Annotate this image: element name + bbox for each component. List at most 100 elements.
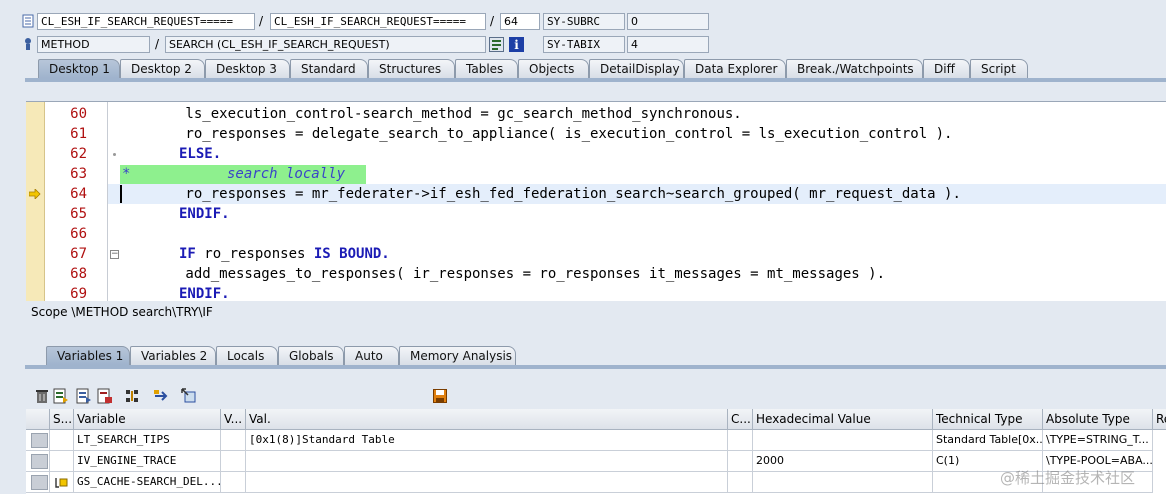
c-cell	[728, 430, 753, 451]
include-field[interactable]: CL_ESH_IF_SEARCH_REQUEST=====	[270, 13, 486, 30]
sysvar-name-1: SY-SUBRC	[543, 13, 625, 30]
type-field: METHOD	[37, 36, 150, 53]
export-variables-icon[interactable]	[76, 388, 92, 404]
separator: /	[155, 37, 160, 51]
row-selector[interactable]	[31, 475, 48, 490]
column-header-status[interactable]: S...	[50, 409, 74, 430]
variable-cell[interactable]: LT_SEARCH_TIPS	[74, 430, 221, 451]
line-number-column: 60 61 62 63 64 65 66 67 68 69 −	[45, 102, 119, 301]
save-icon[interactable]	[432, 388, 448, 404]
tab-tables[interactable]: Tables	[455, 59, 518, 78]
tab-standard[interactable]: Standard	[290, 59, 368, 78]
breakpoint-gutter[interactable]	[26, 102, 45, 301]
info-icon[interactable]: i	[509, 37, 524, 52]
sysvar-name-2: SY-TABIX	[543, 36, 625, 53]
column-header-re[interactable]: Re	[1153, 409, 1166, 430]
keyword-if: IF	[179, 246, 196, 262]
tab-memory-analysis[interactable]: Memory Analysis	[399, 346, 516, 365]
tab-desktop-2[interactable]: Desktop 2	[120, 59, 205, 78]
tab-desktop-1[interactable]: Desktop 1	[38, 59, 120, 78]
status-cell	[50, 430, 74, 451]
column-header-value[interactable]: Val.	[246, 409, 728, 430]
variable-cell[interactable]: GS_CACHE-SEARCH_DEL...	[74, 472, 221, 493]
code-line-65: ENDIF.	[179, 206, 230, 222]
save-variables-icon[interactable]	[97, 388, 113, 404]
desktop-tabbar: Desktop 1 Desktop 2 Desktop 3 Standard S…	[0, 59, 1166, 79]
separator: /	[490, 14, 495, 28]
variables-grid[interactable]: S... Variable V... Val. C... Hexadecimal…	[26, 409, 1166, 494]
tab-detail-display[interactable]: DetailDisplay	[589, 59, 684, 78]
code-line-61: ro_responses = delegate_search_to_applia…	[118, 126, 953, 142]
code-line-63-comment: search locally	[227, 166, 346, 182]
line-number: 64	[70, 186, 87, 202]
tab-script[interactable]: Script	[970, 59, 1028, 78]
status-cell	[50, 451, 74, 472]
structure-tree-icon[interactable]	[124, 388, 140, 404]
hex-cell	[753, 472, 933, 493]
import-variables-icon[interactable]	[53, 388, 69, 404]
code-line-67-var: ro_responses	[195, 246, 314, 262]
row-selector[interactable]	[31, 454, 48, 469]
tab-data-explorer[interactable]: Data Explorer	[684, 59, 786, 78]
hex-cell: 2000	[753, 451, 933, 472]
method-icon	[22, 37, 34, 51]
code-line-60: ls_execution_control-search_method = gc_…	[118, 106, 742, 122]
value-cell[interactable]	[246, 451, 728, 472]
tab-locals[interactable]: Locals	[216, 346, 278, 365]
navigate-icon[interactable]	[153, 388, 169, 404]
column-header-hex[interactable]: Hexadecimal Value	[753, 409, 933, 430]
execution-arrow-icon	[28, 188, 41, 200]
column-header-v[interactable]: V...	[221, 409, 246, 430]
tab-underline	[25, 78, 1166, 82]
column-header-technical-type[interactable]: Technical Type	[933, 409, 1043, 430]
sysvar-value-2: 4	[627, 36, 709, 53]
v-cell	[221, 451, 246, 472]
variable-cell[interactable]: IV_ENGINE_TRACE	[74, 451, 221, 472]
code-area[interactable]: ls_execution_control-search_method = gc_…	[107, 102, 1166, 301]
hex-cell	[753, 430, 933, 451]
sysvar-value-1: 0	[627, 13, 709, 30]
delete-icon[interactable]	[34, 388, 50, 404]
status-cell	[50, 472, 74, 493]
column-header-select	[26, 409, 50, 430]
tab-globals[interactable]: Globals	[278, 346, 344, 365]
source-editor[interactable]: 60 61 62 63 64 65 66 67 68 69 − ls_execu…	[26, 101, 1166, 301]
variables-tab-underline	[25, 365, 1166, 369]
display-source-icon[interactable]	[489, 37, 504, 52]
tab-watchpoints[interactable]: Break./Watchpoints	[786, 59, 923, 78]
line-number: 61	[70, 126, 87, 142]
tab-structures[interactable]: Structures	[368, 59, 455, 78]
code-line-67: IF ro_responses IS BOUND.	[179, 244, 1166, 264]
tab-variables-1[interactable]: Variables 1	[46, 346, 130, 365]
row-selector[interactable]	[31, 433, 48, 448]
tab-diff[interactable]: Diff	[923, 59, 970, 78]
tab-desktop-3[interactable]: Desktop 3	[205, 59, 290, 78]
line-number: 63	[70, 166, 87, 182]
technical-type-cell: Standard Table[0x...	[933, 430, 1043, 451]
row-select-cell[interactable]	[26, 430, 50, 451]
tab-auto[interactable]: Auto	[344, 346, 399, 365]
column-header-variable[interactable]: Variable	[74, 409, 221, 430]
svg-text:i: i	[514, 38, 519, 52]
row-select-cell[interactable]	[26, 451, 50, 472]
line-number: 65	[70, 206, 87, 222]
value-cell[interactable]: [0x1(8)]Standard Table	[246, 430, 728, 451]
tab-variables-2[interactable]: Variables 2	[130, 346, 216, 365]
value-cell[interactable]	[246, 472, 728, 493]
program-field[interactable]: CL_ESH_IF_SEARCH_REQUEST=====	[37, 13, 255, 30]
column-header-c[interactable]: C...	[728, 409, 753, 430]
scope-text: Scope \METHOD search\TRY\IF	[31, 305, 213, 319]
new-window-icon[interactable]	[181, 388, 197, 404]
v-cell	[221, 430, 246, 451]
line-field[interactable]: 64	[500, 13, 540, 30]
line-number: 62	[70, 146, 87, 162]
tab-objects[interactable]: Objects	[518, 59, 589, 78]
c-cell	[728, 472, 753, 493]
absolute-type-cell: \TYPE=STRING_T...	[1043, 430, 1153, 451]
line-number: 66	[70, 226, 87, 242]
line-number: 67	[70, 246, 87, 262]
row-select-cell[interactable]	[26, 472, 50, 493]
code-line-69: ENDIF.	[179, 286, 230, 301]
column-header-absolute-type[interactable]: Absolute Type	[1043, 409, 1153, 430]
